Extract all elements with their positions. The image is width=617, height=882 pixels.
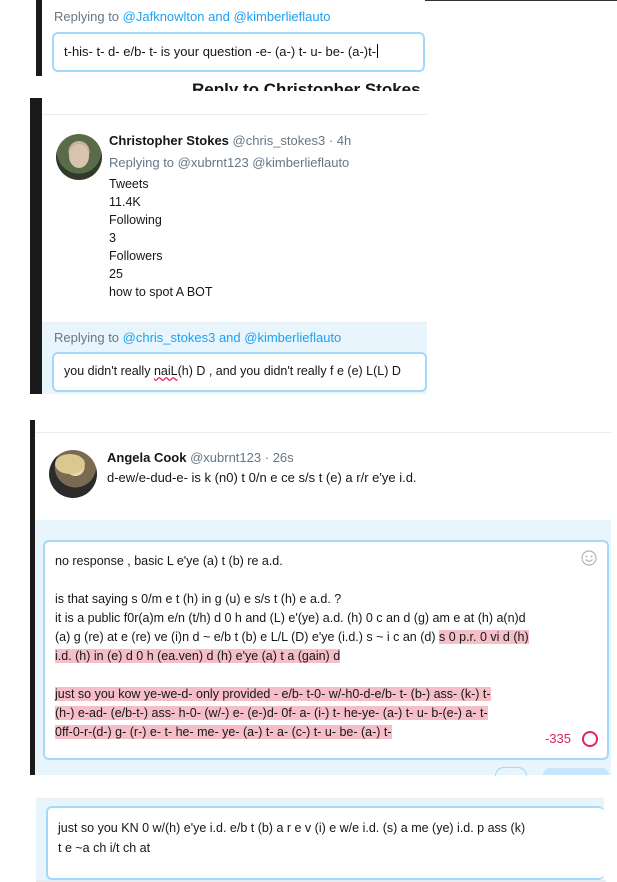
avatar[interactable] (56, 134, 102, 180)
reply-panel-3: Angela Cook @xubrnt123 · 26s d-ew/e-dud-… (35, 420, 611, 776)
modal-header-title: Reply to Christopher Stokes (192, 80, 421, 91)
smiley-icon[interactable] (581, 550, 597, 566)
avatar-hair (55, 454, 85, 474)
author-name[interactable]: Angela Cook (107, 450, 186, 465)
compose-blank-line (55, 571, 597, 590)
tweet-time[interactable]: 4h (337, 133, 351, 148)
dot-separator: · (325, 133, 337, 148)
compose-line: t e ~a ch i/t ch at (58, 841, 151, 855)
compose-line: it is a public f0r(a)m e/n (t/h) d 0 h a… (55, 611, 526, 625)
compose-line: just so you KN 0 w/(h) e'ye i.d. e/b t (… (58, 821, 526, 835)
tweet-author-line: Christopher Stokes @chris_stokes3 · 4h (109, 133, 351, 148)
mention-link[interactable]: @chris_stokes3 (123, 330, 216, 345)
misspelled-word: naiL (153, 364, 178, 378)
and-text: and (215, 330, 245, 345)
mention-link[interactable]: @kimberlieflauto (233, 9, 330, 24)
tweet-line: 11.4K (109, 195, 141, 209)
tweet-line: Following (109, 213, 162, 227)
compose-text: (a) g (re) at e (re) ve (i)n d ~ e/b t (… (55, 630, 439, 644)
reply-compose-box[interactable]: just so you KN 0 w/(h) e'ye i.d. e/b t (… (46, 806, 604, 880)
replying-to-line: Replying to @Jafknowlton and @kimberlief… (54, 9, 330, 24)
tweet-body: Tweets 11.4K Following 3 Followers 25 ho… (109, 175, 213, 301)
add-tweet-button[interactable] (495, 767, 527, 776)
replying-prefix: Replying to (54, 9, 123, 24)
reply-panel-2: Reply to Christopher Stokes Christopher … (42, 80, 427, 394)
replying-prefix: Replying to (54, 330, 123, 345)
tweet-line: how to spot A BOT (109, 285, 213, 299)
tweet-author-line: Angela Cook @xubrnt123 · 26s (107, 450, 294, 465)
compose-line: just so you kow ye-we-d- only provided -… (55, 685, 597, 704)
circle-progress-icon (581, 730, 599, 748)
reply-panel-4: just so you KN 0 w/(h) e'ye i.d. e/b t (… (36, 798, 604, 882)
mention-link[interactable]: @kimberlieflauto (244, 330, 341, 345)
compose-line: (h-) e-ad- (e/b-t-) ass- h-0- (w/-) e- (… (55, 704, 597, 723)
compose-line: 0ff-0-r-(d-) g- (r-) e- t- he- me- ye- (… (55, 723, 597, 742)
compose-line: i.d. (h) in (e) d 0 h (ea.ven) d (h) e'y… (55, 647, 597, 666)
over-limit-text: (h-) e-ad- (e/b-t-) ass- h-0- (w/-) e- (… (55, 706, 488, 720)
over-limit-text: s 0 p.r. 0 vi d (h) (438, 630, 529, 644)
compose-line: no response , basic L e'ye (a) t (b) re … (55, 554, 283, 568)
replying-to-line: Replying to @xubrnt123 @kimberlieflauto (109, 155, 350, 170)
over-limit-text: 0ff-0-r-(d-) g- (r-) e- t- he- me- ye- (… (55, 725, 392, 739)
top-right-divider (425, 0, 617, 1)
dot-separator: · (261, 450, 273, 465)
over-limit-text: just so you kow ye-we-d- only provided -… (55, 687, 491, 701)
mention-link[interactable]: @Jafknowlton (123, 9, 205, 24)
replying-to-line: Replying to @chris_stokes3 and @kimberli… (54, 330, 341, 345)
section2-left-bar (30, 98, 42, 394)
author-handle[interactable]: @chris_stokes3 (233, 133, 326, 148)
tweet-button[interactable] (543, 768, 609, 775)
compose-text-post: (h) D , and you didn't really f e (e) L(… (177, 364, 401, 378)
avatar[interactable] (49, 450, 97, 498)
tweet-text: d-ew/e-dud-e- is k (n0) t 0/n e ce s/s t… (107, 470, 417, 485)
text-cursor (377, 44, 379, 58)
and-text: and (204, 9, 234, 24)
reply-compose-box[interactable]: you didn't really naiL(h) D , and you di… (52, 352, 427, 392)
compose-text-pre: you didn't really (64, 364, 154, 378)
tweet-line: 3 (109, 231, 116, 245)
reply-compose-box[interactable]: t-his- t- d- e/b- t- is your question -e… (52, 32, 425, 72)
header-divider (42, 114, 427, 115)
over-limit-text: i.d. (h) in (e) d 0 h (ea.ven) d (h) e'y… (55, 649, 341, 663)
author-handle[interactable]: @xubrnt123 (190, 450, 261, 465)
compose-line: (a) g (re) at e (re) ve (i)n d ~ e/b t (… (55, 628, 597, 647)
tweet-time[interactable]: 26s (273, 450, 294, 465)
reply-panel-1: Replying to @Jafknowlton and @kimberlief… (42, 0, 425, 76)
avatar-face (69, 144, 89, 168)
compose-text: t-his- t- d- e/b- t- is your question -e… (64, 44, 377, 59)
reply-compose-box[interactable]: no response , basic L e'ye (a) t (b) re … (43, 540, 609, 760)
compose-blank-line (55, 666, 597, 685)
panel-top-border (35, 432, 611, 433)
tweet-line: Followers (109, 249, 163, 263)
tweet-line: 25 (109, 267, 123, 281)
author-name[interactable]: Christopher Stokes (109, 133, 229, 148)
compose-line: is that saying s 0/m e t (h) in g (u) e … (55, 592, 342, 606)
char-count: -335 (544, 731, 571, 746)
tweet-line: Tweets (109, 177, 149, 191)
